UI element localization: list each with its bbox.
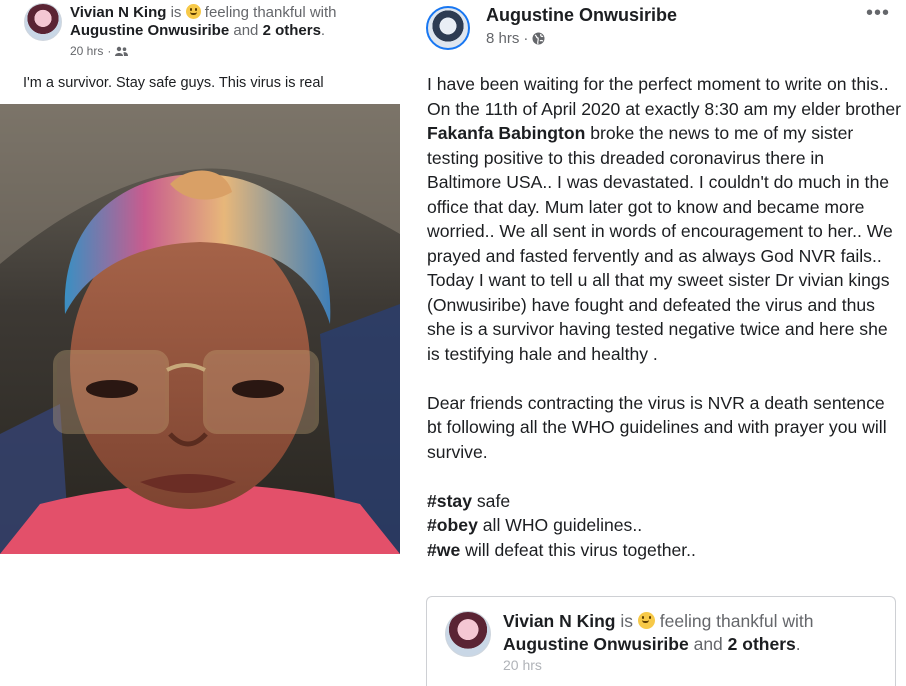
timestamp[interactable]: 20 hrs — [503, 657, 542, 673]
post-meta: 8 hrs · — [486, 30, 545, 47]
smile-emoji-icon — [185, 4, 201, 19]
tagged-name[interactable]: Augustine Onwusiribe — [70, 22, 229, 39]
globe-icon — [532, 32, 545, 45]
hashtag-line: #obey all WHO guidelines.. — [427, 515, 643, 535]
hashtag-link[interactable]: #we — [427, 540, 460, 560]
post-header-line2: Augustine Onwusiribe and 2 others. — [503, 634, 801, 654]
post-photo[interactable] — [0, 104, 400, 554]
hashtags: #stay safe #obey all WHO guidelines.. #w… — [427, 489, 903, 563]
timestamp[interactable]: 20 hrs — [70, 44, 103, 58]
shared-post-card[interactable]: Vivian N King is feeling thankful with A… — [426, 596, 896, 686]
hashtag-link[interactable]: #stay — [427, 491, 472, 511]
paragraph-2: Dear friends contracting the virus is NV… — [427, 392, 887, 462]
author-name[interactable]: Vivian N King — [503, 611, 615, 631]
avatar[interactable] — [445, 611, 491, 657]
right-post: Augustine Onwusiribe 8 hrs · ••• I have … — [404, 0, 906, 686]
avatar[interactable] — [24, 3, 62, 41]
post-header-line2: Augustine Onwusiribe and 2 others. — [70, 22, 326, 39]
post-meta: 20 hrs · — [70, 44, 129, 58]
post-header-line1: Vivian N King is feeling thankful with — [503, 611, 814, 631]
hashtag-link[interactable]: #obey — [427, 515, 478, 535]
selfie-photo — [0, 104, 400, 554]
mention-link[interactable]: Fakanfa Babington — [427, 123, 585, 143]
paragraph-1: I have been waiting for the perfect mome… — [427, 74, 901, 364]
author-name[interactable]: Augustine Onwusiribe — [486, 5, 677, 26]
others-link[interactable]: 2 others — [263, 22, 321, 39]
others-link[interactable]: 2 others — [728, 634, 796, 654]
post-text: I'm a survivor. Stay safe guys. This vir… — [23, 75, 324, 91]
post-text: I have been waiting for the perfect mome… — [427, 72, 903, 562]
post-header-line1: Vivian N King is feeling thankful with — [70, 4, 337, 21]
timestamp[interactable]: 8 hrs — [486, 30, 519, 47]
avatar[interactable] — [426, 6, 470, 50]
tagged-name[interactable]: Augustine Onwusiribe — [503, 634, 689, 654]
author-name[interactable]: Vivian N King — [70, 4, 166, 21]
left-post: Vivian N King is feeling thankful with A… — [0, 0, 400, 681]
friends-icon — [115, 46, 129, 56]
hashtag-line: #we will defeat this virus together.. — [427, 539, 696, 560]
smile-emoji-icon — [637, 612, 655, 629]
more-options-icon[interactable]: ••• — [866, 2, 890, 25]
hashtag-line: #stay safe — [427, 490, 511, 511]
